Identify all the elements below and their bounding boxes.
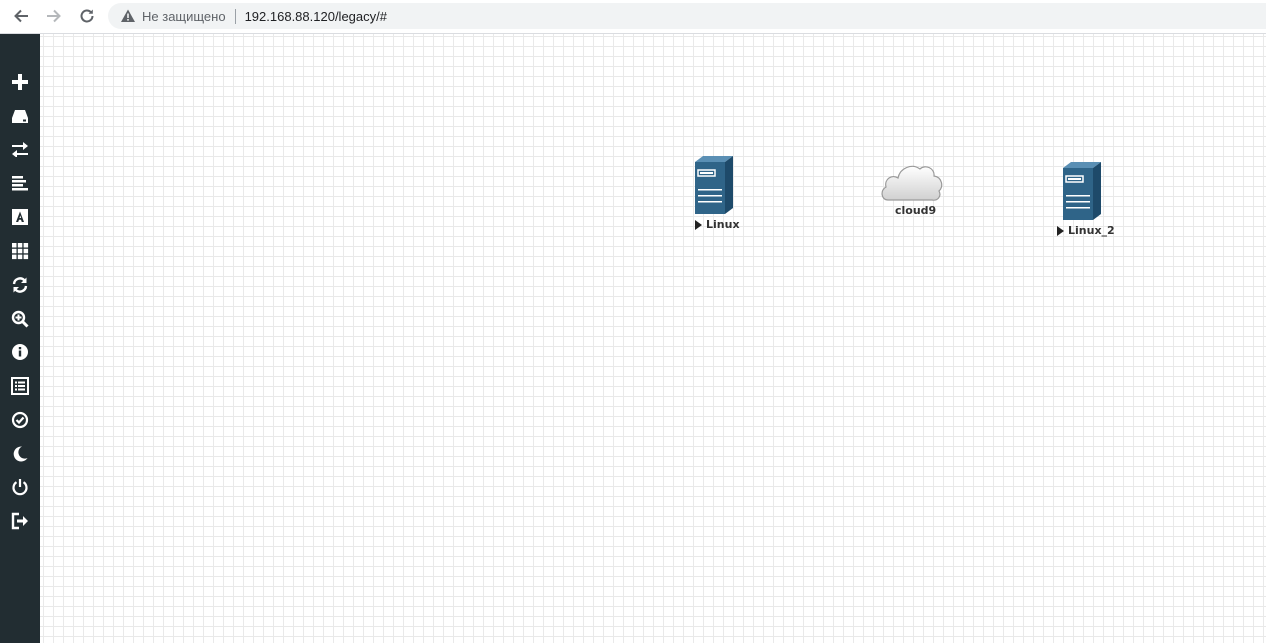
node-name: Linux xyxy=(706,218,740,231)
node-label-linux: Linux xyxy=(695,218,740,231)
sidebar-item-close-lab[interactable] xyxy=(0,472,40,502)
sidebar-item-networks[interactable] xyxy=(0,134,40,164)
cloud-icon xyxy=(881,165,943,201)
hdd-icon xyxy=(12,110,28,123)
sidebar xyxy=(0,34,40,643)
sidebar-item-refresh[interactable] xyxy=(0,270,40,300)
sidebar-item-logout[interactable] xyxy=(0,506,40,536)
topology-canvas[interactable]: Linux cloud9 Linux_2 xyxy=(40,34,1266,643)
sidebar-item-startup-configs[interactable] xyxy=(0,168,40,198)
server-icon xyxy=(695,156,733,214)
security-status[interactable]: Не защищено xyxy=(142,8,236,24)
reload-button[interactable] xyxy=(74,4,100,28)
exchange-icon xyxy=(12,142,28,157)
node-label-linux-2: Linux_2 xyxy=(1057,224,1115,237)
plus-icon xyxy=(12,74,28,90)
align-left-icon xyxy=(12,176,28,191)
play-icon xyxy=(1057,225,1064,236)
moon-icon xyxy=(13,446,28,462)
browser-toolbar: Не защищено 192.168.88.120/legacy/# xyxy=(0,0,1266,34)
font-icon xyxy=(12,209,28,225)
sidebar-item-status[interactable] xyxy=(0,337,40,367)
sidebar-item-pictures[interactable] xyxy=(0,236,40,266)
url-text[interactable]: 192.168.88.120/legacy/# xyxy=(245,9,387,24)
refresh-icon xyxy=(12,277,28,293)
sidebar-item-dark-mode[interactable] xyxy=(0,439,40,469)
grid-icon xyxy=(12,243,29,260)
back-button[interactable] xyxy=(8,4,34,28)
server-icon xyxy=(1063,162,1101,220)
sidebar-item-zoom[interactable] xyxy=(0,304,40,334)
arrow-right-icon xyxy=(47,9,61,23)
check-circle-icon xyxy=(11,411,29,429)
sidebar-item-lock[interactable] xyxy=(0,405,40,435)
network-label-cloud9: cloud9 xyxy=(895,204,937,217)
reload-icon xyxy=(80,9,94,23)
zoom-icon xyxy=(11,310,29,328)
warning-icon xyxy=(120,8,136,24)
list-icon xyxy=(11,377,29,395)
sidebar-item-nodes[interactable] xyxy=(0,101,40,131)
sign-out-icon xyxy=(11,512,28,530)
arrow-left-icon xyxy=(14,9,28,23)
address-bar[interactable]: Не защищено 192.168.88.120/legacy/# xyxy=(108,3,1266,29)
power-icon xyxy=(12,479,28,496)
sidebar-item-text[interactable] xyxy=(0,202,40,232)
play-icon xyxy=(695,219,702,230)
sidebar-item-lab-details[interactable] xyxy=(0,371,40,401)
sidebar-item-add-object[interactable] xyxy=(0,67,40,97)
node-name: Linux_2 xyxy=(1068,224,1115,237)
info-icon xyxy=(12,344,28,360)
forward-button[interactable] xyxy=(41,4,67,28)
